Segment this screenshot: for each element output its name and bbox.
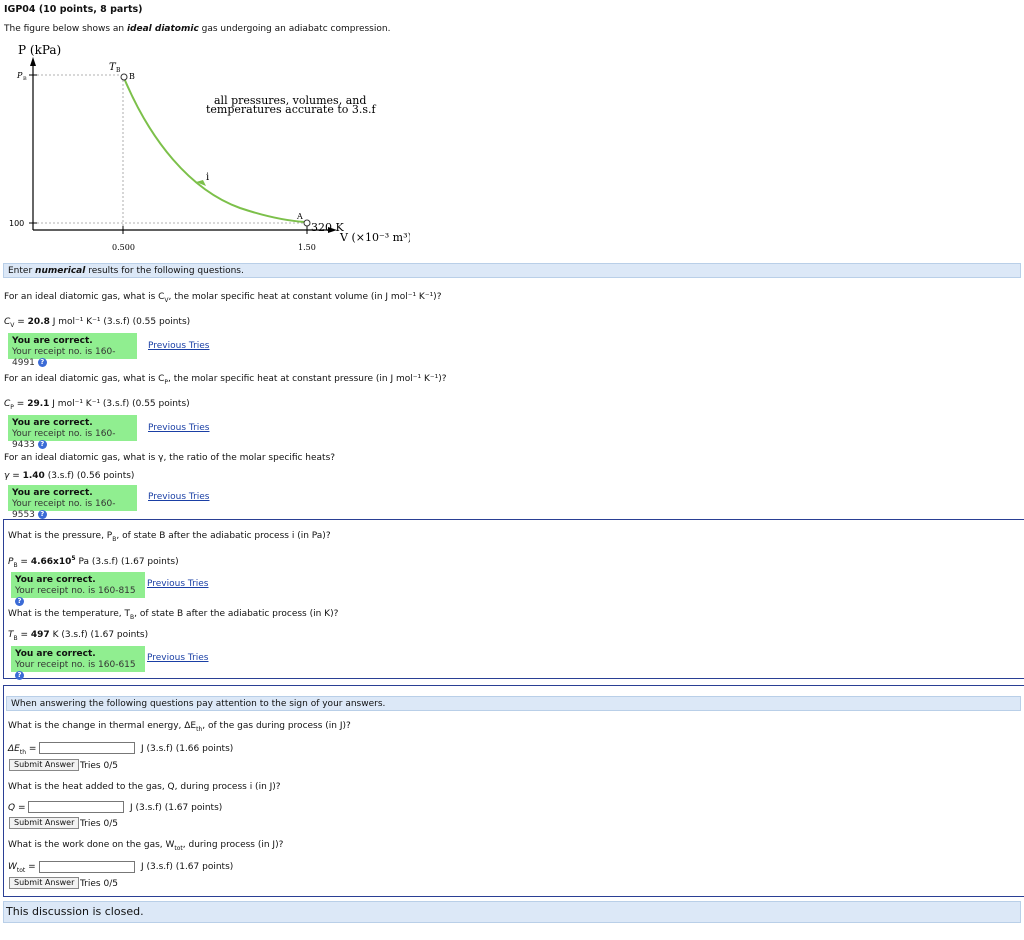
answer-tb: TB = 497 K (3.s.f) (1.67 points)	[8, 630, 149, 642]
problem-title: IGP04 (10 points, 8 parts)	[4, 4, 143, 15]
question-cv: For an ideal diatomic gas, what is CV, t…	[4, 292, 442, 304]
help-icon[interactable]: ?	[15, 671, 24, 680]
pb-tick-sub: B	[23, 76, 27, 82]
sign-warning-bar: When answering the following questions p…	[6, 696, 1021, 711]
q-input[interactable]	[28, 801, 124, 813]
question-wtot: What is the work done on the gas, Wtot, …	[8, 840, 284, 852]
label-wtot: Wtot =	[8, 862, 36, 874]
help-icon[interactable]: ?	[37, 358, 47, 367]
question-gamma: For an ideal diatomic gas, what is γ, th…	[4, 453, 336, 463]
question-delta-eth: What is the change in thermal energy, ΔE…	[8, 721, 351, 733]
submit-answer-button-q[interactable]: Submit Answer	[9, 817, 80, 829]
question-q: What is the heat added to the gas, Q, du…	[8, 782, 281, 792]
units-wtot: J (3.s.f) (1.67 points)	[141, 862, 234, 872]
previous-tries-link-cp[interactable]: Previous Tries	[148, 423, 210, 433]
units-delta-eth: J (3.s.f) (1.66 points)	[141, 744, 234, 754]
answer-cp: CP = 29.1 J mol⁻¹ K⁻¹ (3.s.f) (0.55 poin…	[4, 399, 190, 411]
a-point-label: A	[296, 212, 303, 221]
answer-gamma: γ = 1.40 (3.s.f) (0.56 points)	[4, 471, 135, 481]
answer-cv: CV = 20.8 J mol⁻¹ K⁻¹ (3.s.f) (0.55 poin…	[4, 317, 191, 329]
process-i-label: i	[206, 172, 209, 183]
label-delta-eth: ΔEth =	[8, 744, 37, 756]
submit-answer-button-delta-eth[interactable]: Submit Answer	[9, 759, 80, 771]
wtot-input[interactable]	[39, 861, 135, 873]
delta-eth-input[interactable]	[39, 742, 135, 754]
problem-intro: The figure below shows an ideal diatomic…	[4, 24, 391, 34]
correct-feedback-cv: You are correct. Your receipt no. is 160…	[8, 333, 137, 368]
x-tick-0500: 0.500	[112, 243, 135, 252]
label-q: Q =	[8, 803, 26, 813]
previous-tries-link-tb[interactable]: Previous Tries	[147, 653, 209, 663]
discussion-closed-bar: This discussion is closed.	[3, 901, 1021, 923]
correct-feedback-cp: You are correct. Your receipt no. is 160…	[8, 415, 137, 450]
tries-wtot: Tries 0/5	[80, 879, 118, 889]
question-pb: What is the pressure, PB, of state B aft…	[8, 531, 331, 543]
help-icon[interactable]: ?	[15, 597, 24, 606]
graph-note-line2: temperatures accurate to 3.s.f	[206, 103, 377, 116]
previous-tries-link-cv[interactable]: Previous Tries	[148, 341, 210, 351]
v-axis-label: V (×10⁻³ m³)	[339, 231, 410, 244]
pv-diagram: P (kPa) P B T B B all pressures, volumes…	[0, 40, 410, 260]
y-tick-100: 100	[9, 219, 24, 228]
question-cp: For an ideal diatomic gas, what is CP, t…	[4, 374, 447, 386]
help-icon[interactable]: ?	[37, 510, 47, 519]
correct-feedback-pb: You are correct. Your receipt no. is 160…	[11, 572, 145, 606]
tries-delta-eth: Tries 0/5	[80, 761, 118, 771]
tries-q: Tries 0/5	[80, 819, 118, 829]
question-tb: What is the temperature, TB, of state B …	[8, 609, 339, 621]
help-icon[interactable]: ?	[37, 440, 47, 449]
pb-tick-label: P	[16, 71, 23, 80]
numerical-results-bar: Enter numerical results for the followin…	[3, 263, 1021, 278]
answer-pb: PB = 4.66x105 Pa (3.s.f) (1.67 points)	[8, 555, 179, 569]
previous-tries-link-pb[interactable]: Previous Tries	[147, 579, 209, 589]
units-q: J (3.s.f) (1.67 points)	[130, 803, 223, 813]
previous-tries-link-gamma[interactable]: Previous Tries	[148, 492, 210, 502]
x-tick-150: 1.50	[298, 243, 316, 252]
p-axis-label: P (kPa)	[18, 43, 61, 57]
tb-sub: B	[116, 67, 121, 74]
b-point-label: B	[129, 72, 135, 81]
correct-feedback-gamma: You are correct. Your receipt no. is 160…	[8, 485, 137, 520]
submit-answer-button-wtot[interactable]: Submit Answer	[9, 877, 80, 889]
correct-feedback-tb: You are correct. Your receipt no. is 160…	[11, 646, 145, 680]
